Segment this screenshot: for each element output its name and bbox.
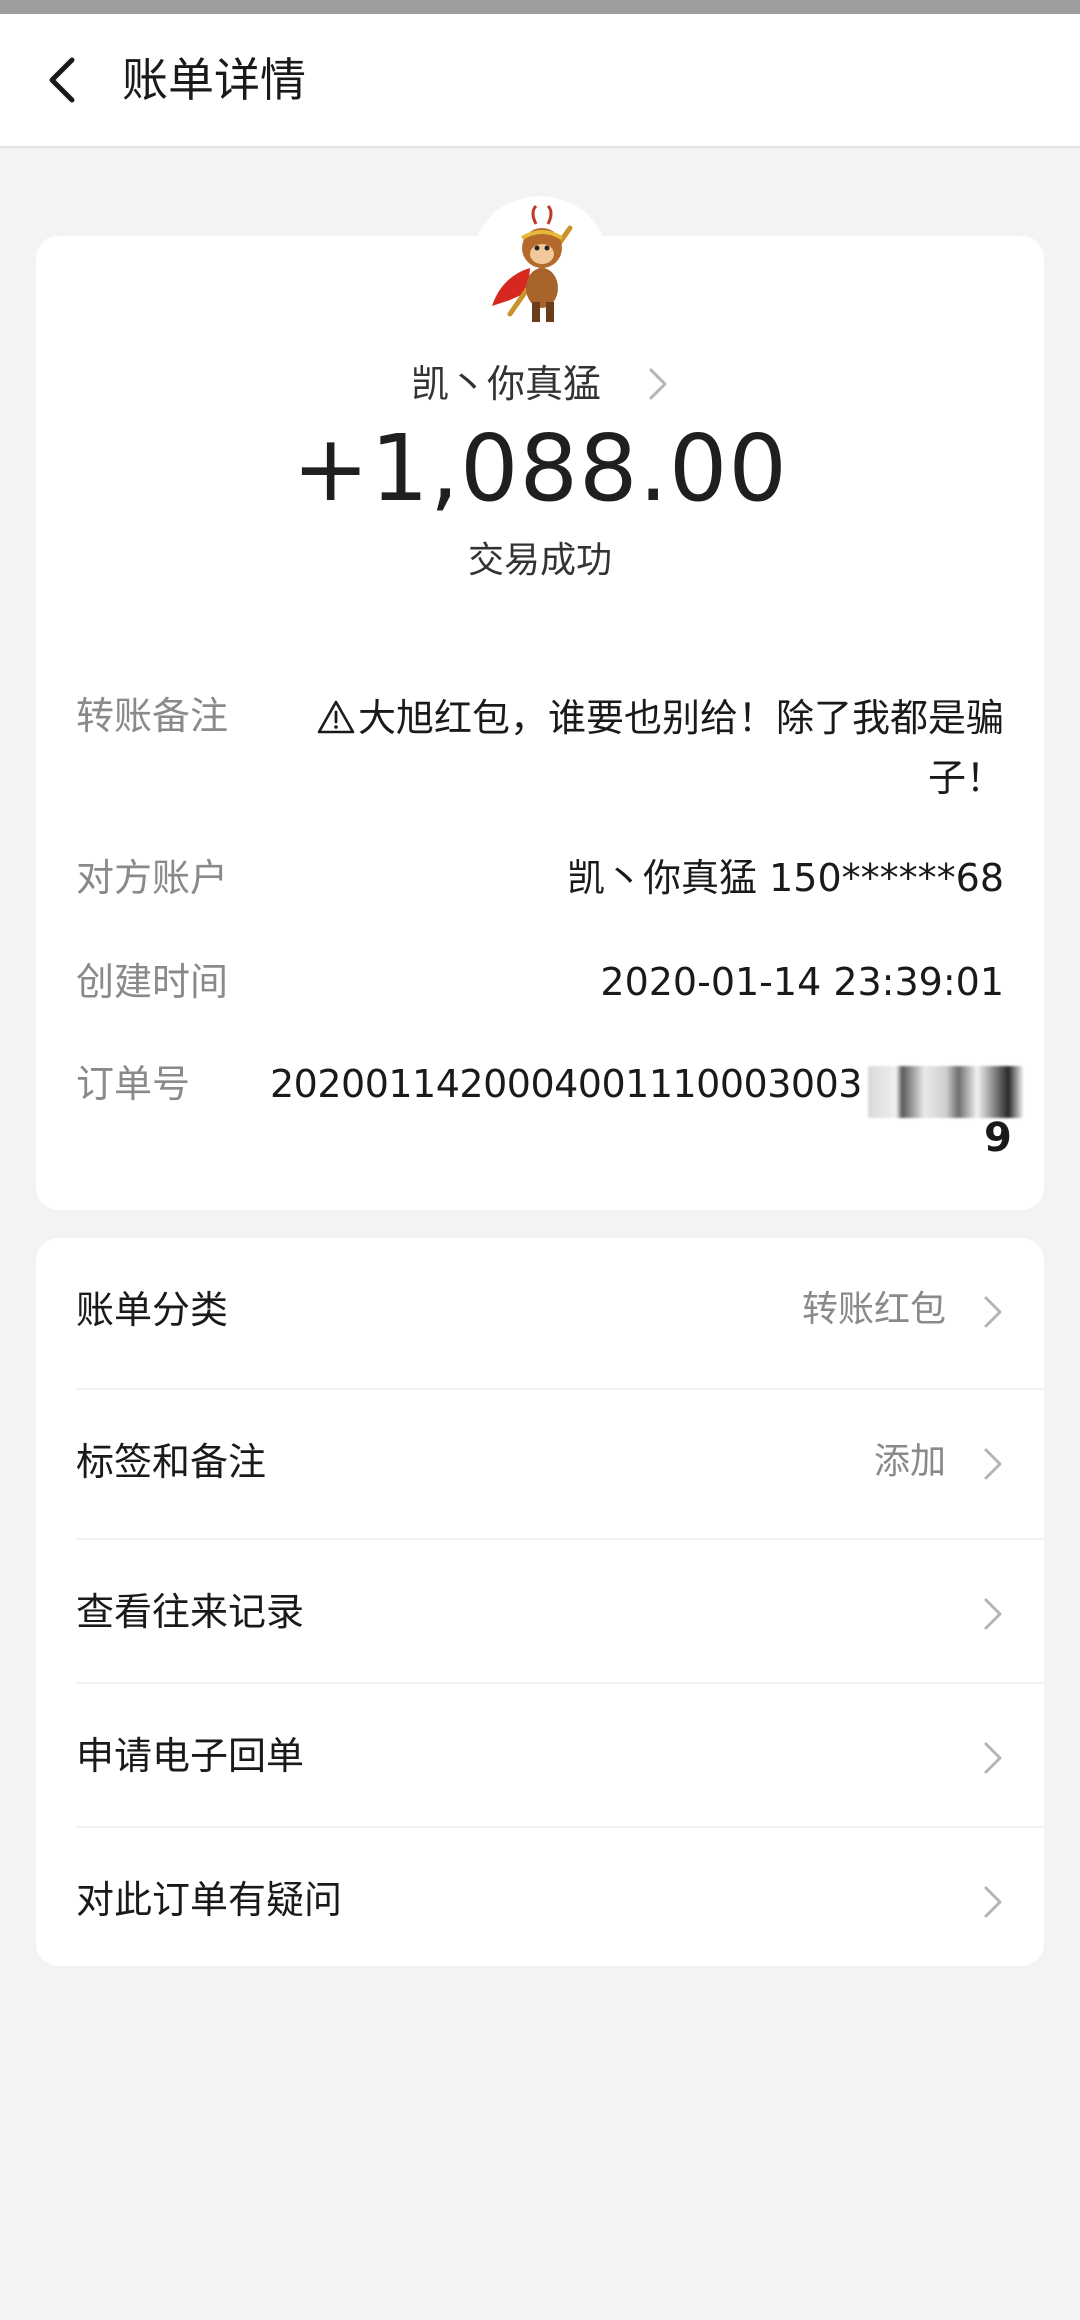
menu-item-label: 查看往来记录 <box>76 1590 305 1634</box>
monkey-king-avatar-icon <box>492 204 573 322</box>
time-label: 创建时间 <box>76 960 229 1004</box>
menu-item-value: 转账红包 <box>801 1289 946 1330</box>
menu-item-question[interactable]: 对此订单有疑问 <box>36 1828 1044 1972</box>
chevron-right-icon <box>649 368 667 399</box>
menu-item-value: 添加 <box>873 1441 946 1482</box>
menu-item-history[interactable]: 查看往来记录 <box>36 1540 1044 1684</box>
transaction-status: 交易成功 <box>467 540 612 581</box>
chevron-right-icon <box>984 1448 1002 1480</box>
warning-triangle-icon <box>317 700 355 734</box>
back-button[interactable] <box>36 50 96 110</box>
status-bar <box>0 0 1080 14</box>
time-value: 2020-01-14 23:39:01 <box>600 960 1004 1004</box>
account-value: 凯丶你真猛 150******68 <box>567 856 1004 900</box>
menu-item-tags-notes[interactable]: 标签和备注 添加 <box>36 1390 1044 1534</box>
menu-item-label: 账单分类 <box>76 1288 229 1332</box>
account-label: 对方账户 <box>76 856 229 900</box>
remark-label: 转账备注 <box>76 694 229 738</box>
menu-item-label: 标签和备注 <box>76 1440 267 1484</box>
transaction-amount: +1,088.00 <box>292 415 788 522</box>
avatar[interactable] <box>470 196 610 336</box>
menu-item-bill-category[interactable]: 账单分类 转账红包 <box>36 1238 1044 1382</box>
chevron-right-icon <box>984 1296 1002 1328</box>
order-number-tail: 9 <box>984 1115 1012 1161</box>
chevron-right-icon <box>984 1598 1002 1630</box>
remark-value: 大旭红包，谁要也别给！除了我都是骗子！ <box>276 688 1004 808</box>
nav-bar: 账单详情 <box>0 14 1080 148</box>
chevron-right-icon <box>984 1886 1002 1918</box>
chevron-right-icon <box>984 1742 1002 1774</box>
payer-row[interactable]: 凯丶你真猛 <box>0 356 1080 409</box>
menu-item-label: 对此订单有疑问 <box>76 1878 343 1922</box>
chevron-left-icon <box>49 57 75 103</box>
payer-name: 凯丶你真猛 <box>410 361 601 406</box>
page-title: 账单详情 <box>122 53 306 107</box>
remark-text: 大旭红包，谁要也别给！除了我都是骗子！ <box>357 696 1004 800</box>
redaction-blur <box>868 1066 1024 1118</box>
order-label: 订单号 <box>76 1062 191 1106</box>
menu-item-receipt[interactable]: 申请电子回单 <box>36 1684 1044 1828</box>
menu-item-label: 申请电子回单 <box>76 1734 305 1778</box>
